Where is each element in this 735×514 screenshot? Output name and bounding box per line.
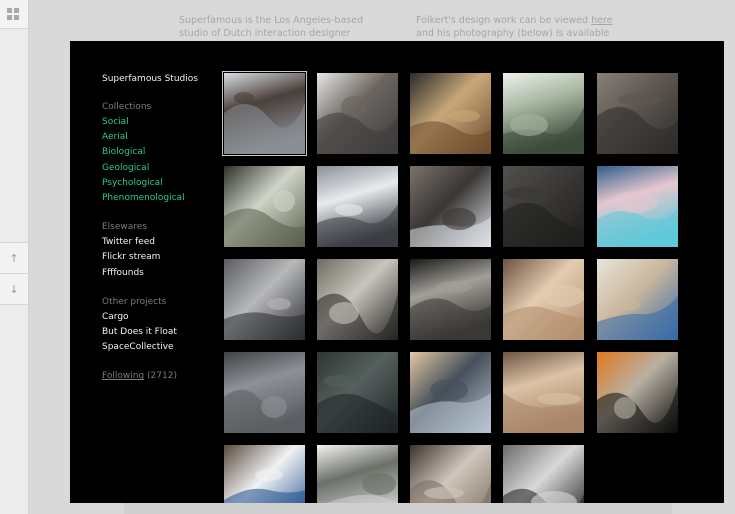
photo-thumbnail-rock-boulders[interactable] — [410, 445, 491, 503]
other-projects-heading: Other projects — [102, 296, 167, 307]
photo-thumbnail-dark-rock-cliff[interactable] — [317, 73, 398, 154]
collection-link-geological[interactable]: Geological — [102, 161, 222, 176]
photo-thumbnail-foggy-hill[interactable] — [317, 445, 398, 503]
scroll-down-button[interactable]: ↓ — [0, 273, 28, 305]
collection-link-social[interactable]: Social — [102, 115, 222, 130]
collection-link-phenomenological[interactable]: Phenomenological — [102, 191, 222, 206]
photo-thumbnail-mountain-clouds[interactable] — [224, 445, 305, 503]
twitter-feed-link[interactable]: Twitter feed — [102, 235, 222, 250]
work-link[interactable]: here — [591, 15, 612, 26]
ffffounds-link[interactable]: Ffffounds — [102, 266, 222, 281]
photo-thumbnail-calla-lily-petal[interactable] — [317, 259, 398, 340]
arrow-down-icon: ↓ — [9, 282, 19, 296]
photo-thumbnail-ocean-surface[interactable] — [224, 352, 305, 433]
photo-thumbnail-birch-trees[interactable] — [224, 166, 305, 247]
elsewares-group: Elsewares Twitter feed Flickr stream Fff… — [102, 222, 222, 281]
collection-link-aerial[interactable]: Aerial — [102, 130, 222, 145]
collection-link-psychological[interactable]: Psychological — [102, 176, 222, 191]
photo-thumbnail-kelp-strands[interactable] — [317, 352, 398, 433]
gallery-modal: Superfamous Studios Collections Social A… — [70, 41, 724, 503]
photo-thumbnail-aerial-coast-mountains[interactable] — [222, 71, 307, 156]
left-rail: ↑ ↓ — [0, 0, 29, 514]
but-does-it-float-link[interactable]: But Does it Float — [102, 325, 222, 340]
arrow-up-icon: ↑ — [9, 251, 19, 265]
sidebar: Superfamous Studios Collections Social A… — [102, 74, 222, 381]
photo-thumbnail-glowing-abstract[interactable] — [597, 352, 678, 433]
photo-thumbnail-rock-crevice[interactable] — [597, 73, 678, 154]
spacecollective-link[interactable]: SpaceCollective — [102, 340, 222, 355]
photo-thumbnail-eroded-rock[interactable] — [503, 352, 584, 433]
photo-thumbnail-cypress-tree[interactable] — [503, 73, 584, 154]
following-number: (2712) — [147, 371, 177, 382]
scroll-up-button[interactable]: ↑ — [0, 242, 28, 274]
collections-heading: Collections — [102, 102, 152, 112]
photo-thumbnail-beach-aerial[interactable] — [597, 259, 678, 340]
other-projects-group: Other projects Cargo But Does it Float S… — [102, 297, 222, 356]
photo-thumbnail-tide-pool-rocks[interactable] — [410, 73, 491, 154]
site-title[interactable]: Superfamous Studios — [102, 74, 222, 84]
collection-link-biological[interactable]: Biological — [102, 145, 222, 160]
following-count: Following (2712) — [102, 371, 222, 381]
photo-thumbnail-pink-water-abstract[interactable] — [597, 166, 678, 247]
photo-thumbnail-sandstone-texture[interactable] — [503, 259, 584, 340]
flickr-stream-link[interactable]: Flickr stream — [102, 250, 222, 265]
photo-thumbnail-granite-crystals[interactable] — [503, 445, 584, 503]
elsewares-heading: Elsewares — [102, 222, 148, 233]
following-link[interactable]: Following — [102, 371, 144, 381]
photo-thumbnail-dark-lava-rock[interactable] — [503, 166, 584, 247]
photo-thumbnail-crashing-waves[interactable] — [317, 166, 398, 247]
photo-thumbnail-storm-clouds[interactable] — [224, 259, 305, 340]
cargo-link[interactable]: Cargo — [102, 310, 222, 325]
collections-group: Collections Social Aerial Biological Geo… — [102, 102, 222, 206]
photo-thumbnail-sea-rock-sky[interactable] — [410, 166, 491, 247]
photo-thumbnail-coast-sunset[interactable] — [410, 352, 491, 433]
grid-icon[interactable] — [0, 0, 28, 29]
photo-thumbnail-leaf-veins[interactable] — [410, 259, 491, 340]
